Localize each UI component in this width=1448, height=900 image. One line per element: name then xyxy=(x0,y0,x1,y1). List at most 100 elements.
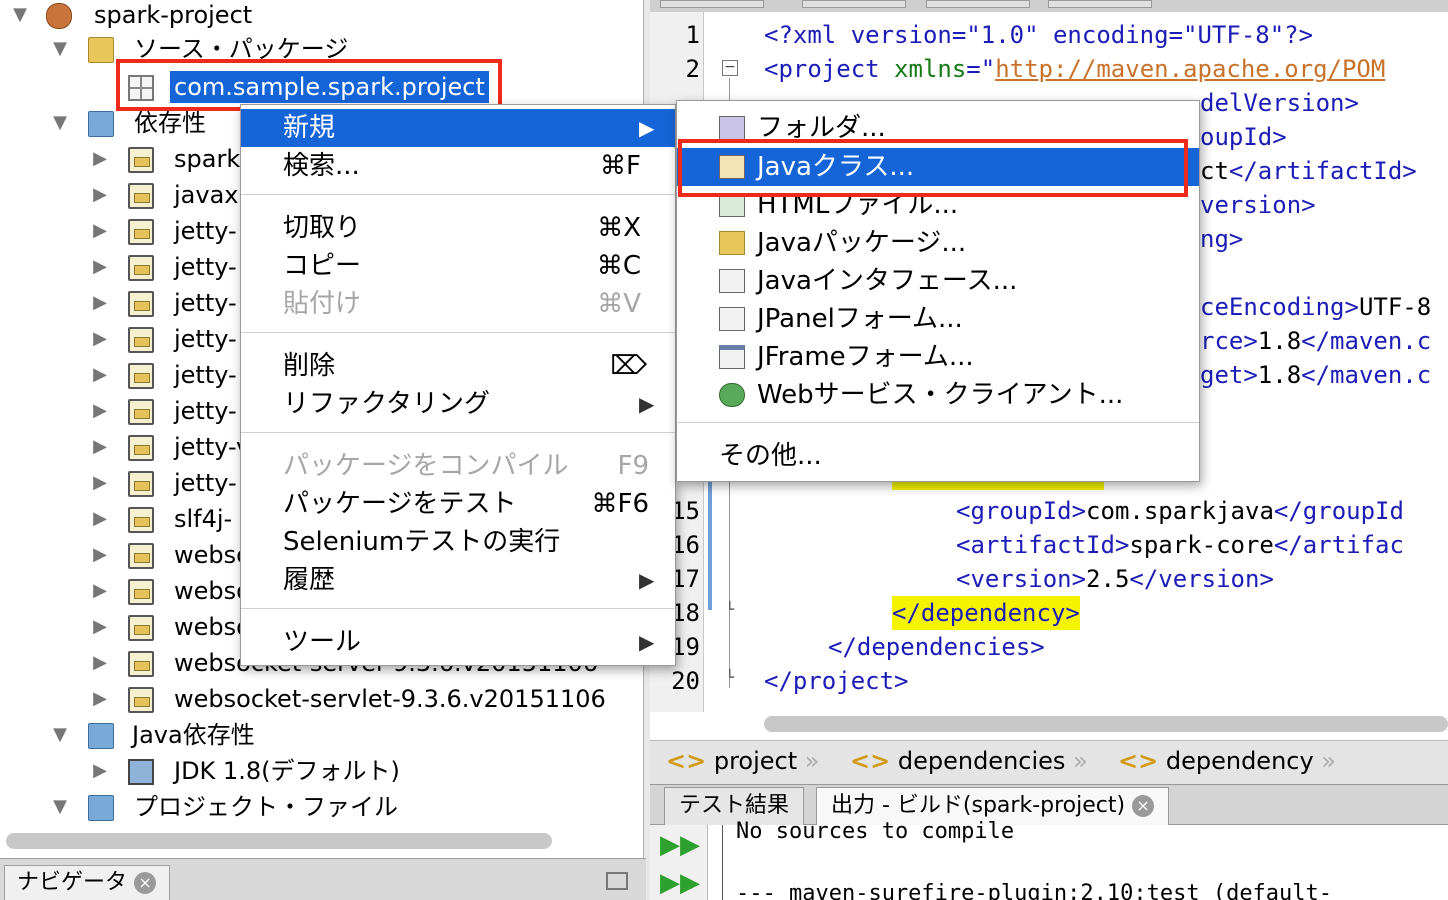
code-token: <version> xyxy=(956,565,1087,593)
breadcrumb-label: dependencies xyxy=(897,747,1066,775)
submenu-item-java-interface[interactable]: Javaインタフェース... xyxy=(677,262,1199,300)
submenu-arrow-icon: ▶ xyxy=(639,392,655,416)
menu-separator xyxy=(241,432,675,433)
fold-toggle-icon[interactable]: − xyxy=(722,60,738,76)
code-line-16: <artifactId>spark-core</artifac xyxy=(956,528,1404,562)
breadcrumb-label: project xyxy=(713,747,798,775)
breadcrumb-separator-icon: » xyxy=(804,747,820,775)
expand-triangle-icon[interactable]: ▶ xyxy=(90,393,110,429)
expand-triangle-icon[interactable]: ▶ xyxy=(90,609,110,645)
navigator-tab[interactable]: ナビゲータ × xyxy=(4,865,170,900)
menu-item-copy[interactable]: コピー ⌘C xyxy=(241,247,675,285)
code-token: ct xyxy=(1200,157,1229,185)
editor-tab[interactable] xyxy=(660,0,764,8)
collapse-triangle-icon[interactable]: ▼ xyxy=(50,105,70,141)
tree-row-project-files[interactable]: ▼ プロジェクト・ファイル xyxy=(0,789,643,825)
menu-item-refactor[interactable]: リファクタリング ▶ xyxy=(241,385,675,423)
expand-triangle-icon[interactable]: ▶ xyxy=(90,249,110,285)
expand-triangle-icon[interactable]: ▶ xyxy=(90,429,110,465)
highlight-box-java-class xyxy=(678,139,1188,197)
code-line-17: <version>2.5</version> xyxy=(956,562,1274,596)
tab-label: テスト結果 xyxy=(679,793,790,818)
menu-separator xyxy=(241,608,675,609)
rerun-with-goals-icon[interactable]: ▶▶ xyxy=(660,869,700,897)
jar-icon xyxy=(128,399,154,425)
menu-label: 新規 xyxy=(283,113,336,143)
submenu-item-other[interactable]: その他... xyxy=(677,437,1199,475)
expand-triangle-icon[interactable]: ▶ xyxy=(90,357,110,393)
code-token: </maven.c xyxy=(1301,361,1432,389)
close-icon[interactable]: × xyxy=(134,872,157,894)
menu-item-selenium[interactable]: Seleniumテストの実行 xyxy=(241,523,675,561)
context-menu: 新規 ▶ 検索... ⌘F 切取り ⌘X コピー ⌘C 貼付け ⌘V 削除 ⌦ リファクタリ… xyxy=(240,104,676,666)
editor-tab[interactable] xyxy=(1048,0,1152,8)
editor-tab[interactable] xyxy=(802,0,906,8)
jar-icon xyxy=(128,579,154,605)
expand-triangle-icon[interactable]: ▶ xyxy=(90,501,110,537)
expand-triangle-icon[interactable]: ▶ xyxy=(90,753,110,789)
menu-label: Seleniumテストの実行 xyxy=(283,527,561,557)
breadcrumb-item-dependencies[interactable]: <> dependencies » xyxy=(850,741,1088,781)
expand-triangle-icon[interactable]: ▶ xyxy=(90,465,110,501)
editor-tab[interactable] xyxy=(926,0,1030,8)
menu-item-find[interactable]: 検索... ⌘F xyxy=(241,147,675,185)
jar-icon xyxy=(128,615,154,641)
code-token: ceEncoding> xyxy=(1200,293,1359,321)
delete-key-icon: ⌦ xyxy=(610,351,647,381)
jar-icon xyxy=(128,255,154,281)
menu-label: パッケージをテスト xyxy=(283,489,517,519)
dep-label: jetty- xyxy=(174,397,237,425)
expand-triangle-icon[interactable]: ▶ xyxy=(90,213,110,249)
menu-item-delete[interactable]: 削除 ⌦ xyxy=(241,347,675,385)
collapse-triangle-icon[interactable]: ▼ xyxy=(50,31,70,67)
menu-item-test-package[interactable]: パッケージをテスト ⌘F6 xyxy=(241,485,675,523)
menu-item-new[interactable]: 新規 ▶ xyxy=(241,109,675,147)
expand-triangle-icon[interactable]: ▶ xyxy=(90,177,110,213)
code-line-9: ceEncoding>UTF-8 xyxy=(1200,290,1431,324)
menu-item-cut[interactable]: 切取り ⌘X xyxy=(241,209,675,247)
menu-item-paste[interactable]: 貼付け ⌘V xyxy=(241,285,675,323)
collapse-triangle-icon[interactable]: ▼ xyxy=(50,789,70,825)
tree-row-project[interactable]: ▼ spark-project xyxy=(0,0,643,33)
collapse-triangle-icon[interactable]: ▼ xyxy=(50,717,70,753)
menu-item-history[interactable]: 履歴 ▶ xyxy=(241,561,675,599)
submenu-item-java-package[interactable]: Javaパッケージ... xyxy=(677,224,1199,262)
code-token: <artifactId> xyxy=(956,531,1130,559)
close-icon[interactable]: × xyxy=(1132,795,1155,817)
java-package-icon xyxy=(719,231,745,255)
submenu-item-web-service-client[interactable]: Webサービス・クライアント... xyxy=(677,376,1199,414)
minimize-icon[interactable] xyxy=(606,872,628,890)
code-token: UTF-8 xyxy=(1358,293,1432,321)
expand-triangle-icon[interactable]: ▶ xyxy=(90,321,110,357)
submenu-item-jframe[interactable]: JFrameフォーム... xyxy=(677,338,1199,376)
menu-label: 削除 xyxy=(283,351,336,381)
dep-label: jetty- xyxy=(174,469,237,497)
expand-triangle-icon[interactable]: ▶ xyxy=(90,141,110,177)
menu-item-tools[interactable]: ツール ▶ xyxy=(241,623,675,661)
expand-triangle-icon[interactable]: ▶ xyxy=(90,573,110,609)
tree-row-jdk[interactable]: ▶ JDK 1.8(デフォルト) xyxy=(0,753,643,789)
submenu-item-jpanel[interactable]: JPanelフォーム... xyxy=(677,300,1199,338)
dep-row[interactable]: ▶ websocket-servlet-9.3.6.v20151106 xyxy=(0,681,643,717)
code-line-5: ct</artifactId> xyxy=(1200,154,1417,188)
expand-triangle-icon[interactable]: ▶ xyxy=(90,537,110,573)
tree-horizontal-scrollbar[interactable] xyxy=(6,833,552,849)
code-link[interactable]: http://maven.apache.org/POM xyxy=(995,55,1385,83)
collapse-triangle-icon[interactable]: ▼ xyxy=(10,0,30,33)
expand-triangle-icon[interactable]: ▶ xyxy=(90,285,110,321)
breadcrumb-item-project[interactable]: <> project » xyxy=(666,741,819,781)
code-line-6: version> xyxy=(1200,191,1316,219)
code-line-19: </dependencies> xyxy=(828,633,1045,661)
line-number: 1 xyxy=(685,21,700,49)
tree-row-java-dependencies[interactable]: ▼ Java依存性 xyxy=(0,717,643,753)
jpanel-form-icon xyxy=(719,307,745,331)
rerun-icon[interactable]: ▶▶ xyxy=(660,831,700,859)
code-line-2: <project xmlns="http://maven.apache.org/… xyxy=(764,52,1385,86)
breadcrumb-item-dependency[interactable]: <> dependency » xyxy=(1118,741,1336,781)
expand-triangle-icon[interactable]: ▶ xyxy=(90,681,110,717)
editor-horizontal-scrollbar[interactable] xyxy=(764,716,1448,732)
dep-label: jetty- xyxy=(174,361,237,389)
expand-triangle-icon[interactable]: ▶ xyxy=(90,645,110,681)
menu-label: Javaインタフェース... xyxy=(757,266,1018,296)
menu-item-compile-package[interactable]: パッケージをコンパイル F9 xyxy=(241,447,675,485)
